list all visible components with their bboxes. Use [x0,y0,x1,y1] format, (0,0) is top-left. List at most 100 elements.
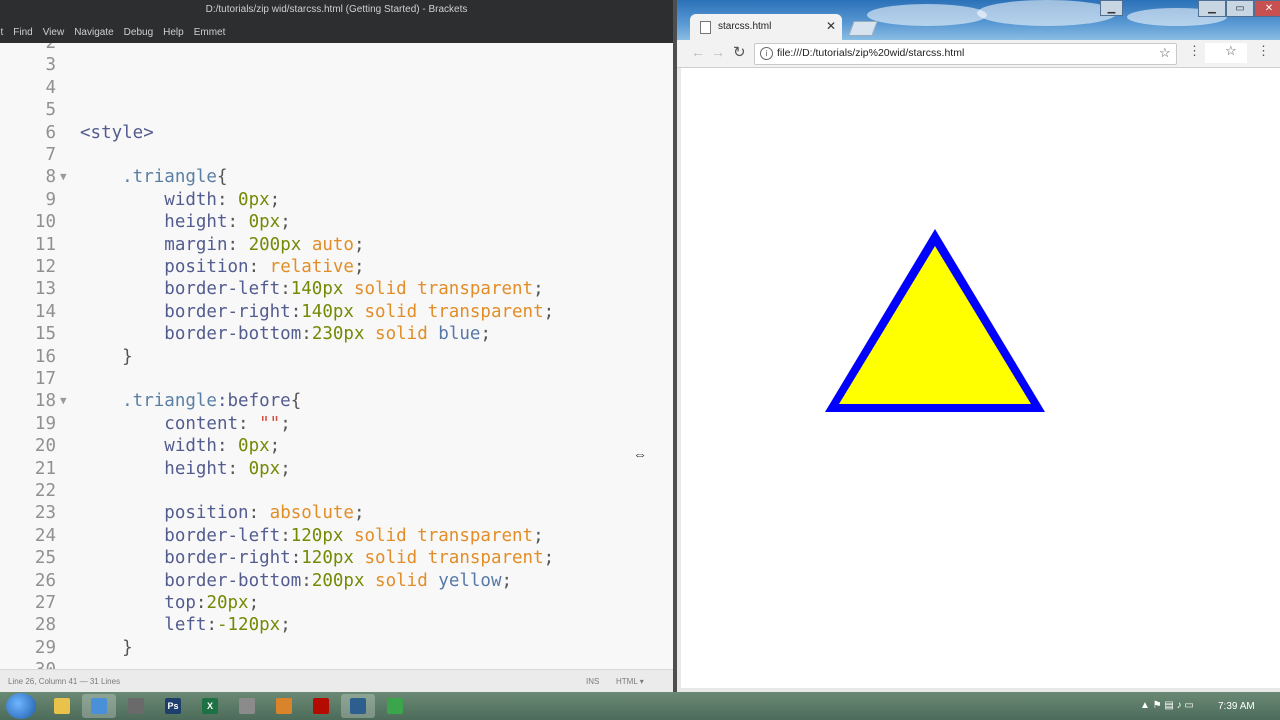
menu-edit[interactable]: Edit [0,27,8,38]
code-token: : [227,212,249,233]
window-close-button[interactable]: ✕ [1254,0,1280,17]
taskbar-app-acrobat[interactable] [304,694,338,718]
code-text: width: 0px; [80,189,280,211]
code-line[interactable]: 25 border-right:120px solid transparent; [0,547,673,569]
code-token: solid [364,301,418,322]
code-line[interactable]: 20 width: 0px; [0,435,673,457]
menu-navigate[interactable]: Navigate [69,27,118,38]
menu-find[interactable]: Find [8,27,37,38]
line-number: 12 [34,257,56,277]
code-line[interactable]: 3 [0,54,673,76]
bookmark-star-icon[interactable]: ☆ [1159,45,1171,61]
editor-window-title: D:/tutorials/zip wid/starcss.html (Getti… [205,4,468,15]
insert-mode-toggle[interactable]: INS [586,677,599,686]
language-mode-select[interactable]: HTML ▾ [616,677,644,686]
fold-arrow-icon[interactable]: ▼ [60,390,67,412]
url-text[interactable]: file:///D:/tutorials/zip%20wid/starcss.h… [777,47,964,59]
code-line[interactable]: 19 content: ""; [0,413,673,435]
line-number: 2 [45,43,56,53]
code-line[interactable]: 4 [0,77,673,99]
menu-emmet[interactable]: Emmet [189,27,231,38]
code-line[interactable]: 8 ▼ .triangle{ [0,166,673,188]
taskbar-app-brackets[interactable] [341,694,375,718]
code-line[interactable]: 24 border-left:120px solid transparent; [0,525,673,547]
code-line[interactable]: 30 [0,659,673,669]
code-line[interactable]: 22 [0,480,673,502]
code-line[interactable]: 28 left:-120px; [0,614,673,636]
code-token: margin [80,234,228,255]
address-bar[interactable]: i file:///D:/tutorials/zip%20wid/starcss… [754,43,1177,65]
code-line[interactable]: 5 [0,99,673,121]
code-token: width [80,436,217,457]
menu-view[interactable]: View [38,27,70,38]
code-line[interactable]: 16 } [0,346,673,368]
taskbar-app-app10[interactable] [378,694,412,718]
taskbar-app-explorer[interactable] [45,694,79,718]
code-token: : [216,189,239,210]
taskbar-app-photoshop[interactable]: Ps [156,694,190,718]
code-line[interactable]: 9 width: 0px; [0,189,673,211]
start-button[interactable] [6,693,36,719]
code-line[interactable]: 10 height: 0px; [0,211,673,233]
menu-dots-icon[interactable]: ⋮ [1257,43,1270,59]
code-token: <style> [80,122,154,143]
taskbar-app-excel[interactable]: X [193,694,227,718]
menu-dots-icon[interactable]: ⋮ [1188,43,1201,59]
line-number: 18 [34,391,56,412]
line-number: 7 [45,145,56,165]
maximize-button[interactable]: ▭ [1226,0,1254,17]
fold-arrow-icon[interactable]: ▼ [60,166,67,188]
back-arrow-icon[interactable]: ← [691,44,705,60]
code-token: : [301,570,312,591]
browser-toolbar: ← → ↻ i file:///D:/tutorials/zip%20wid/s… [677,40,1280,68]
code-line[interactable]: 18 ▼ .triangle:before{ [0,390,673,412]
code-line[interactable]: 14 border-right:140px solid transparent; [0,301,673,323]
code-line[interactable]: 27 top:20px; [0,592,673,614]
reload-icon[interactable]: ↻ [733,43,746,61]
code-token: : [248,503,270,524]
menu-help[interactable]: Help [158,27,189,38]
clock[interactable]: 7:39 AM [1218,701,1255,712]
minimize-button[interactable]: ▁ [1198,0,1226,17]
code-line[interactable]: 7 [0,144,673,166]
minimize-icon[interactable]: ▁ [1100,0,1123,16]
code-line[interactable]: 17 [0,368,673,390]
windows-taskbar: Ps X ▲ ⚑ ▤ ♪ ▭ 7:39 AM [0,692,1280,720]
bookmark-star-icon[interactable]: ☆ [1225,43,1237,59]
app7-icon [276,698,292,714]
code-editor[interactable]: 2 3 4 5 6 <style> 7 8 ▼ .triangle{9 width: 0px; 1… [0,43,673,669]
line-number: 17 [34,369,56,389]
taskbar-app-chrome[interactable] [82,694,116,718]
code-line[interactable]: 26 border-bottom:200px solid yellow; [0,570,673,592]
code-token: content [80,413,239,434]
code-line[interactable]: 11 margin: 200px auto; [0,234,673,256]
taskbar-app-app3[interactable] [119,694,153,718]
code-line[interactable]: 21 height: 0px; [0,458,673,480]
code-line[interactable]: 29 } [0,637,673,659]
code-token: ; [353,234,365,255]
taskbar-app-app6[interactable] [230,694,264,718]
code-token: ; [280,615,291,636]
menu-debug[interactable]: Debug [119,27,158,38]
editor-statusbar: Line 26, Column 41 — 31 Lines INS HTML ▾ [0,669,673,692]
code-line[interactable]: 12 position: relative; [0,256,673,278]
tab-close-icon[interactable]: ✕ [826,19,836,33]
forward-arrow-icon[interactable]: → [711,44,725,60]
code-token: : [280,525,291,546]
line-number: 9 [45,189,56,210]
code-text: border-left:140px solid transparent; [80,278,543,300]
system-tray[interactable]: ▲ ⚑ ▤ ♪ ▭ [1140,700,1194,711]
code-line[interactable]: 23 position: absolute; [0,502,673,524]
tab-starcss[interactable]: starcss.html ✕ [690,14,842,40]
info-icon[interactable]: i [760,47,773,60]
code-line[interactable]: 2 [0,43,673,54]
code-line[interactable]: 13 border-left:140px solid transparent; [0,278,673,300]
code-text: width: 0px; [80,435,280,457]
code-line[interactable]: 15 border-bottom:230px solid blue; [0,323,673,345]
line-number: 8 [45,167,56,188]
explorer-icon [54,698,70,714]
taskbar-app-app7[interactable] [267,694,301,718]
line-number: 20 [34,436,56,457]
code-line[interactable]: 6 <style> [0,122,673,144]
